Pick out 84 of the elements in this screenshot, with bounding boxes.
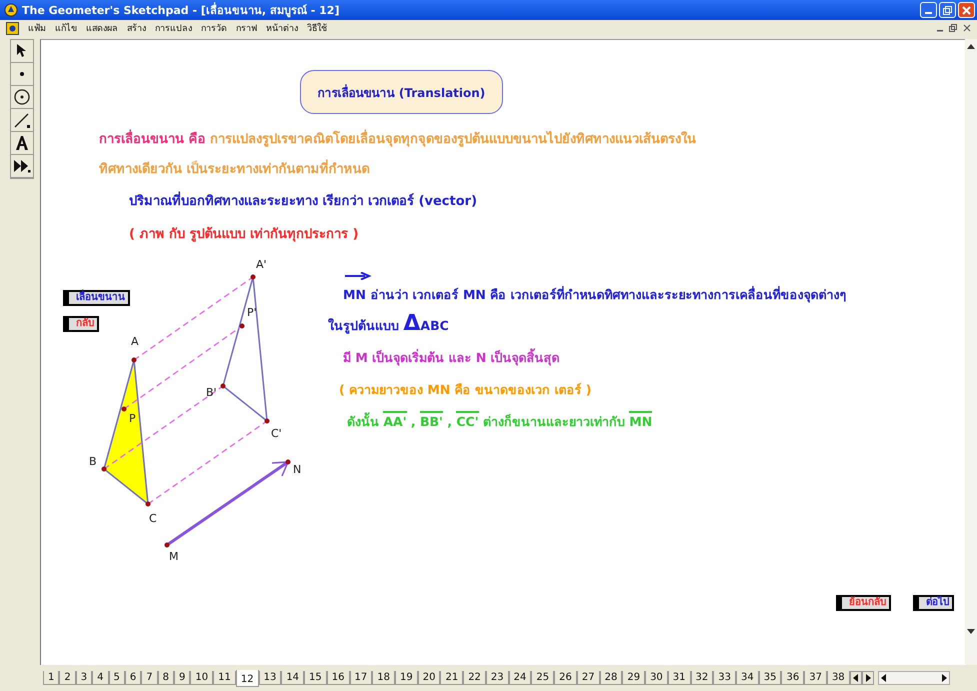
page-tab[interactable]: 14 [281,671,304,685]
page-tab[interactable]: 33 [713,671,736,685]
page-tab[interactable]: 34 [736,671,759,685]
document-icon [6,22,19,34]
page-tab[interactable]: 23 [486,671,509,685]
maximize-button[interactable] [939,2,956,18]
page-tab[interactable]: 26 [554,671,577,685]
page-tab[interactable]: 5 [108,671,125,685]
vector-arrow-icon [345,272,371,280]
menu-item[interactable]: วิธีใช้ [307,21,327,35]
page-tab[interactable]: 3 [76,671,92,685]
close-icon [962,6,971,14]
page-tab[interactable]: 36 [781,671,804,685]
fast-forward-icon [13,158,31,174]
page-tab[interactable]: 38 [826,671,850,685]
text-line: ในรูปต้นแบบ ΔABC [328,316,449,336]
letter-a-icon [14,135,30,151]
menu-item[interactable]: สร้าง [127,21,146,35]
close-button[interactable] [958,2,975,18]
text-line: MN อ่านว่า เวกเตอร์ MN คือ เวกเตอร์ที่กำหนดทิศทางและระยะทางการเคลื่อนที่ของจุดต่างๆ [343,285,847,305]
menu-item[interactable]: กราฟ [236,21,257,35]
page-tab[interactable]: 24 [508,671,532,685]
page-tab[interactable]: 11 [213,671,236,685]
menu-item[interactable]: แสดงผล [86,21,118,35]
restore-icon[interactable] [949,24,957,32]
page-tab[interactable]: 22 [463,671,486,685]
page-tab[interactable]: 35 [758,671,782,685]
page-tab[interactable]: 2 [59,671,76,685]
segment-icon [13,111,31,129]
page-tab[interactable]: 8 [158,671,174,685]
text-line: ( ภาพ กับ รูปต้นแบบ เท่ากันทุกประการ ) [129,226,359,244]
circle-icon [13,88,31,106]
page-tab[interactable]: 9 [174,671,190,685]
window-title: The Geometer's Sketchpad - [เลื่อนขนาน, สมบูรณ์ - 12] [22,1,340,19]
page-tab[interactable]: 31 [668,671,691,685]
page-tab[interactable]: 19 [394,671,418,685]
menu-item[interactable]: หน้าต่าง [266,21,298,35]
page-tab[interactable]: 6 [124,671,142,685]
page-tab[interactable]: 18 [372,671,395,685]
page-tab[interactable]: 32 [690,671,714,685]
page-tab[interactable]: 37 [804,671,827,685]
page-tab[interactable]: 7 [141,671,158,685]
close-icon[interactable] [963,24,971,32]
scroll-right-icon[interactable] [862,671,874,685]
page-tab[interactable]: 30 [645,671,668,685]
text-line: การเลื่อนขนาน คือ การแปลงรูปเรขาคณิตโดยเลื่อนจุดทุกจุดของรูปต้นแบบขนานไปยังทิศทางแนวเส้นตรงใน [99,128,696,149]
page-tab[interactable]: 28 [600,671,622,685]
scroll-left-icon[interactable] [850,671,862,685]
action-button[interactable]: เลื่อนขนาน [63,290,130,306]
page-tab[interactable]: 1 [43,671,60,685]
restore-icon [943,6,952,14]
action-button[interactable]: ต่อไป [913,595,954,611]
scroll-left-icon[interactable] [878,672,889,684]
page-tab[interactable]: 25 [531,671,554,685]
menu-item[interactable]: แฟ้ม [28,21,46,35]
page-tab[interactable]: 27 [576,671,600,685]
scroll-up-icon[interactable] [967,43,975,49]
page-tab[interactable]: 15 [304,671,327,685]
compass-tool-button[interactable] [11,86,33,109]
text-line: ปริมาณที่บอกทิศทางและระยะทาง เรียกว่า เวกเตอร์ (vector) [129,190,478,211]
menu-item[interactable]: การวัด [201,21,227,35]
minimize-icon [925,12,932,14]
minimize-button[interactable] [920,2,937,18]
scroll-down-icon[interactable] [967,629,975,635]
menu-item[interactable]: การแปลง [155,21,192,35]
page-tab[interactable]: 12 [236,670,259,686]
text-line: ทิศทางเดียวกัน เป็นระยะทางเท่ากันตามที่กำหนด [99,158,370,179]
heading-box: การเลื่อนขนาน (Translation) [300,70,503,114]
minimize-icon[interactable] [937,30,943,32]
text-line: ( ความยาวของ MN คือ ขนาดของเวก เตอร์ ) [339,381,592,399]
page-tab[interactable]: 29 [622,671,646,685]
text-line: ดังนั้น AA' , BB' , CC' ต่างก็ขนานและยาวเท่ากับ MN [347,412,652,432]
page-tab[interactable]: 20 [418,671,440,685]
page-tab[interactable]: 13 [258,671,282,685]
page-tab[interactable]: 4 [92,671,108,685]
menu-item[interactable]: แก้ไข [55,21,77,35]
page-tab[interactable]: 10 [190,671,214,685]
page-tab[interactable]: 16 [326,671,350,685]
text-line: มี M เป็นจุดเริ่มต้น และ N เป็นจุดสิ้นสุด [343,348,560,368]
horizontal-scrollbar[interactable] [878,671,950,685]
app-logo-icon [4,3,18,17]
page-tab[interactable]: 17 [350,671,372,685]
page-tab[interactable]: 21 [440,671,464,685]
dot-icon [19,71,25,77]
